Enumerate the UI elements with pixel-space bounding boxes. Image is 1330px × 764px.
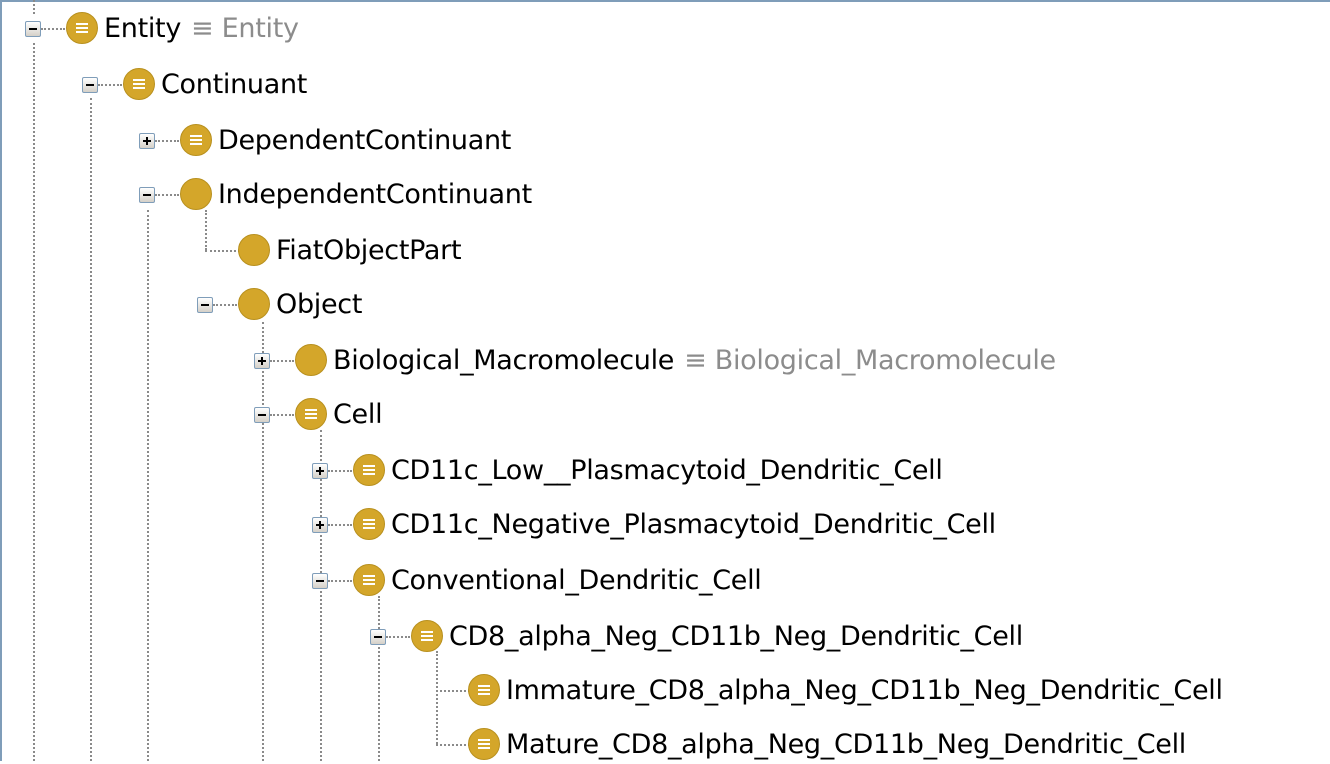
connector-horizontal — [155, 140, 179, 142]
plus-toggle-icon — [316, 521, 324, 529]
connector-horizontal — [98, 84, 122, 86]
node-label: Cell — [333, 398, 383, 430]
defined-class-icon — [468, 674, 500, 706]
tree-node-continuant[interactable]: Continuant — [123, 64, 307, 104]
primitive-class-icon — [238, 234, 270, 266]
connector-vertical — [90, 98, 92, 761]
tree-node-mature-cd8[interactable]: Mature_CD8_alpha_Neg_CD11b_Neg_Dendritic… — [468, 724, 1186, 764]
node-label: CD8_alpha_Neg_CD11b_Neg_Dendritic_Cell — [449, 620, 1023, 652]
node-label: DependentContinuant — [218, 124, 512, 156]
tree-node-biological-macromolecule[interactable]: Biological_Macromolecule ≡ Biological_Ma… — [295, 340, 1056, 380]
primitive-class-icon — [180, 178, 212, 210]
connector-vertical — [33, 0, 35, 14]
tree-node-entity[interactable]: Entity ≡ Entity — [66, 8, 299, 48]
connector-vertical — [262, 322, 264, 761]
connector-horizontal — [386, 636, 410, 638]
collapse-toggle-entity[interactable] — [25, 21, 41, 37]
primitive-class-icon — [238, 288, 270, 320]
node-label: IndependentContinuant — [218, 178, 532, 210]
node-label: Immature_CD8_alpha_Neg_CD11b_Neg_Dendrit… — [506, 674, 1223, 706]
defined-class-icon — [295, 398, 327, 430]
connector-horizontal — [436, 690, 470, 692]
plus-toggle-icon — [316, 467, 324, 475]
connector-horizontal — [436, 744, 470, 746]
connector-vertical — [436, 651, 438, 744]
defined-class-icon — [353, 508, 385, 540]
connector-horizontal — [328, 470, 352, 472]
connector-horizontal — [328, 524, 352, 526]
expand-toggle-dependent-continuant[interactable] — [139, 133, 155, 149]
minus-toggle-icon — [374, 636, 382, 638]
tree-node-fiat-object-part[interactable]: FiatObjectPart — [238, 230, 462, 270]
collapse-toggle-object[interactable] — [197, 297, 213, 313]
connector-vertical — [147, 210, 149, 761]
minus-toggle-icon — [316, 580, 324, 582]
minus-toggle-icon — [201, 304, 209, 306]
panel-left-border — [0, 0, 2, 761]
connector-vertical — [320, 430, 322, 761]
collapse-toggle-conventional-dc[interactable] — [312, 573, 328, 589]
tree-node-independent-continuant[interactable]: IndependentContinuant — [180, 174, 532, 214]
connector-vertical — [378, 596, 380, 761]
defined-class-icon — [411, 620, 443, 652]
collapse-toggle-cd8-alpha-neg[interactable] — [370, 629, 386, 645]
node-label: CD11c_Negative_Plasmacytoid_Dendritic_Ce… — [391, 508, 996, 540]
expand-toggle-cd11c-low[interactable] — [312, 463, 328, 479]
minus-toggle-icon — [29, 28, 37, 30]
connector-vertical — [205, 210, 207, 250]
connector-horizontal — [213, 304, 237, 306]
tree-node-cell[interactable]: Cell — [295, 394, 383, 434]
panel-top-border — [0, 0, 1330, 2]
connector-horizontal — [270, 360, 294, 362]
connector-horizontal — [205, 250, 240, 252]
tree-node-object[interactable]: Object — [238, 284, 362, 324]
primitive-class-icon — [295, 344, 327, 376]
collapse-toggle-continuant[interactable] — [82, 77, 98, 93]
plus-toggle-icon — [143, 137, 151, 145]
node-label: Mature_CD8_alpha_Neg_CD11b_Neg_Dendritic… — [506, 728, 1187, 760]
defined-class-icon — [180, 124, 212, 156]
connector-horizontal — [270, 414, 294, 416]
collapse-toggle-cell[interactable] — [254, 407, 270, 423]
node-label: FiatObjectPart — [276, 234, 462, 266]
tree-node-conventional-dc[interactable]: Conventional_Dendritic_Cell — [353, 560, 762, 600]
connector-horizontal — [41, 28, 65, 30]
node-label: Biological_Macromolecule — [333, 344, 675, 376]
equivalent-class-annotation: ≡ Biological_Macromolecule — [684, 344, 1056, 376]
defined-class-icon — [353, 564, 385, 596]
node-label: Continuant — [161, 68, 308, 100]
collapse-toggle-independent-continuant[interactable] — [139, 187, 155, 203]
minus-toggle-icon — [143, 194, 151, 196]
defined-class-icon — [123, 68, 155, 100]
node-label: Conventional_Dendritic_Cell — [391, 564, 762, 596]
node-label: CD11c_Low__Plasmacytoid_Dendritic_Cell — [391, 454, 943, 486]
connector-horizontal — [328, 580, 352, 582]
plus-toggle-icon — [258, 357, 266, 365]
expand-toggle-biological-macromolecule[interactable] — [254, 353, 270, 369]
tree-node-cd8-alpha-neg[interactable]: CD8_alpha_Neg_CD11b_Neg_Dendritic_Cell — [411, 616, 1023, 656]
defined-class-icon — [353, 454, 385, 486]
tree-node-immature-cd8[interactable]: Immature_CD8_alpha_Neg_CD11b_Neg_Dendrit… — [468, 670, 1223, 710]
tree-node-dependent-continuant[interactable]: DependentContinuant — [180, 120, 511, 160]
tree-node-cd11c-negative[interactable]: CD11c_Negative_Plasmacytoid_Dendritic_Ce… — [353, 504, 996, 544]
equivalent-class-annotation: ≡ Entity — [191, 12, 299, 44]
node-label: Object — [276, 288, 363, 320]
node-label: Entity — [104, 12, 182, 44]
tree-node-cd11c-low[interactable]: CD11c_Low__Plasmacytoid_Dendritic_Cell — [353, 450, 943, 490]
defined-class-icon — [468, 728, 500, 760]
defined-class-icon — [66, 12, 98, 44]
connector-horizontal — [155, 194, 179, 196]
minus-toggle-icon — [258, 414, 266, 416]
connector-vertical — [33, 43, 35, 761]
expand-toggle-cd11c-negative[interactable] — [312, 517, 328, 533]
minus-toggle-icon — [86, 84, 94, 86]
